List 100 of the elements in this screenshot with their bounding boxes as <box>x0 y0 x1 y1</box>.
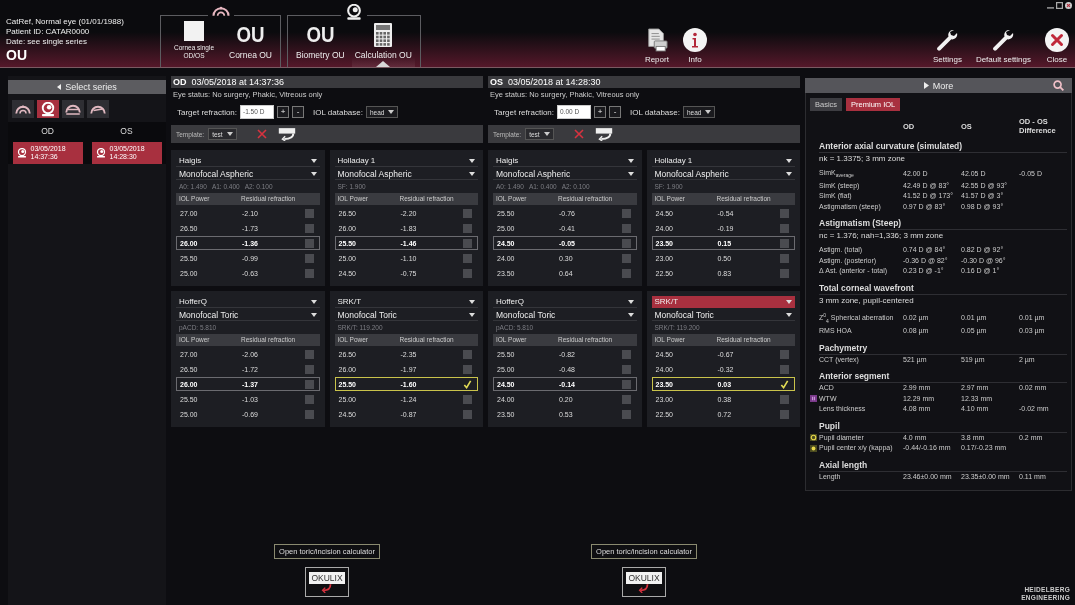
checkbox[interactable] <box>621 409 631 419</box>
search-button[interactable] <box>1053 80 1064 91</box>
curved-arrow-icon <box>637 583 651 593</box>
checkbox[interactable] <box>463 409 472 419</box>
lens-dropdown[interactable]: Monofocal Toric <box>651 309 795 321</box>
checkbox[interactable] <box>780 349 789 359</box>
decrement-button[interactable]: - <box>292 106 305 118</box>
checkbox[interactable] <box>621 364 631 374</box>
caret-icon <box>543 132 550 136</box>
checkbox[interactable] <box>621 394 631 404</box>
checkbox[interactable] <box>780 379 789 389</box>
caret-icon <box>469 171 475 176</box>
lens-dropdown[interactable]: Monofocal Aspheric <box>493 168 637 180</box>
series-tab[interactable] <box>62 100 84 118</box>
nav-tab[interactable]: OU Biometry OU <box>293 16 348 67</box>
checkbox[interactable] <box>780 268 789 278</box>
info-button[interactable]: Info <box>680 28 709 64</box>
column-header: OD <box>41 125 54 138</box>
checkbox[interactable] <box>780 364 789 374</box>
formula-dropdown[interactable]: SRK/T <box>651 296 795 308</box>
decrement-button[interactable]: - <box>609 106 622 118</box>
section-subtitle: nk = 1.3375; 3 mm zone <box>819 153 907 164</box>
curved-arrow-icon <box>320 583 334 593</box>
checkbox[interactable] <box>463 379 472 389</box>
formula-dropdown[interactable]: SRK/T <box>334 296 478 308</box>
lens-dropdown[interactable]: Monofocal Toric <box>334 309 478 321</box>
formula-dropdown[interactable]: Holladay 1 <box>334 155 478 167</box>
checkbox[interactable] <box>463 208 472 218</box>
checkbox[interactable] <box>304 238 314 248</box>
save-button[interactable] <box>276 127 297 141</box>
checkbox[interactable] <box>621 379 631 389</box>
section-subtitle: 3 mm zone, pupil-centered <box>819 294 915 306</box>
section-title: Axial length <box>819 453 1067 472</box>
curved-arrow-icon <box>593 127 614 141</box>
column-header: OS <box>120 125 133 138</box>
select-series-button[interactable]: Select series <box>8 80 166 94</box>
report-button[interactable]: Report <box>642 28 671 64</box>
checkbox[interactable] <box>621 253 631 263</box>
settings-button[interactable]: Settings <box>930 28 964 64</box>
close-icon <box>1065 2 1072 9</box>
checkbox[interactable] <box>780 223 789 233</box>
lens-dropdown[interactable]: Monofocal Aspheric <box>334 168 478 180</box>
caret-icon <box>705 110 712 114</box>
exam-date: Date: see single series <box>6 37 88 47</box>
more-button[interactable]: More <box>923 80 954 91</box>
checkbox[interactable] <box>304 253 314 263</box>
lens-dropdown[interactable]: Monofocal Aspheric <box>176 168 320 180</box>
settings-button[interactable]: Default settings <box>973 28 1033 64</box>
checkbox[interactable] <box>463 238 472 248</box>
formula-dropdown[interactable]: Haigis <box>493 155 637 167</box>
delete-icon <box>256 129 267 139</box>
lens-dropdown[interactable]: Monofocal Toric <box>493 309 637 321</box>
nav-tab[interactable]: OU Cornea OU <box>226 16 275 67</box>
checkbox[interactable] <box>463 268 472 278</box>
formula-dropdown[interactable]: HofferQ <box>493 296 637 308</box>
checkbox[interactable] <box>780 394 789 404</box>
checkbox[interactable] <box>304 349 314 359</box>
checkbox[interactable] <box>621 349 631 359</box>
checkbox[interactable] <box>304 409 314 419</box>
checkbox[interactable] <box>304 379 314 389</box>
formula-dropdown[interactable]: Holladay 1 <box>651 155 795 167</box>
series-tab[interactable] <box>37 100 59 118</box>
checkbox[interactable] <box>304 268 314 278</box>
okulix-button[interactable]: OKULIX <box>305 567 349 597</box>
field-label: Target refraction: <box>177 107 238 117</box>
checkbox[interactable] <box>780 238 789 248</box>
close-button[interactable]: Close <box>1043 28 1071 64</box>
series-datetime: 03/05/2018 at 14:37:36 <box>191 77 285 87</box>
checkbox[interactable] <box>463 394 472 404</box>
checkbox[interactable] <box>463 253 472 263</box>
checkbox[interactable] <box>621 268 631 278</box>
save-button[interactable] <box>593 127 614 141</box>
checkbox[interactable] <box>463 364 472 374</box>
checkbox[interactable] <box>304 223 314 233</box>
checkbox[interactable] <box>304 394 314 404</box>
delete-button[interactable] <box>256 129 267 139</box>
delete-button[interactable] <box>573 129 584 139</box>
checkbox[interactable] <box>463 223 472 233</box>
okulix-button[interactable]: OKULIX <box>622 567 666 597</box>
checkbox[interactable] <box>304 364 314 374</box>
increment-button[interactable]: + <box>594 106 607 118</box>
lens-dropdown[interactable]: Monofocal Toric <box>176 309 320 321</box>
caret-icon <box>469 158 475 163</box>
series-tab[interactable] <box>87 100 109 118</box>
checkbox[interactable] <box>304 208 314 218</box>
checkbox[interactable] <box>780 253 789 263</box>
checkbox[interactable] <box>780 409 789 419</box>
checkbox[interactable] <box>621 223 631 233</box>
eye-label: OS <box>490 77 503 87</box>
series-tab[interactable] <box>12 100 34 118</box>
caret-icon <box>627 312 634 317</box>
formula-dropdown[interactable]: Haigis <box>176 155 320 167</box>
formula-dropdown[interactable]: HofferQ <box>176 296 320 308</box>
lens-dropdown[interactable]: Monofocal Aspheric <box>651 168 795 180</box>
checkbox[interactable] <box>621 238 631 248</box>
report-icon <box>645 28 668 52</box>
checkbox[interactable] <box>463 349 472 359</box>
checkbox[interactable] <box>621 208 631 218</box>
checkbox[interactable] <box>780 208 789 218</box>
increment-button[interactable]: + <box>277 106 290 118</box>
